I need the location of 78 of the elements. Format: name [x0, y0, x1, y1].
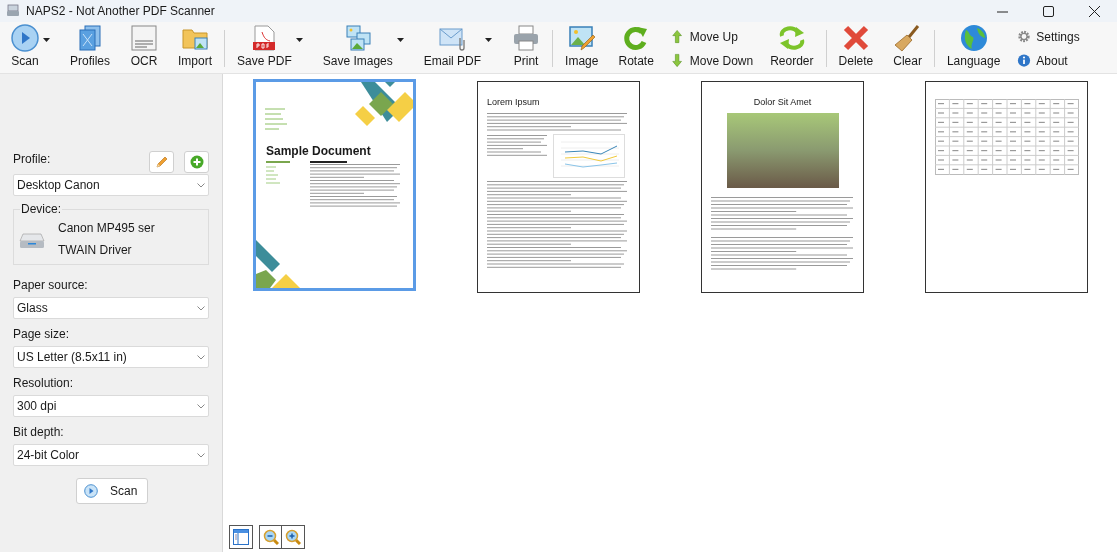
arrow-down-icon: [670, 53, 685, 68]
toolbar-button[interactable]: Clear: [890, 24, 925, 73]
documents-icon: [76, 24, 104, 52]
toolbar-button[interactable]: Import: [175, 24, 216, 73]
toolbar-button[interactable]: Settings: [1017, 27, 1080, 46]
chevron-down-icon: [197, 354, 205, 360]
sidebar-toggle-button[interactable]: [229, 525, 253, 549]
toolbar-button[interactable]: Move Up: [670, 27, 754, 46]
gear-icon: [1017, 29, 1032, 44]
pictures-icon: [343, 24, 372, 52]
edit-profile-button[interactable]: [149, 151, 174, 173]
field-label: Bit depth:: [13, 425, 64, 439]
document-title: Lorem Ipsum: [487, 96, 541, 108]
toolbar-button[interactable]: Save PDF: [234, 24, 306, 73]
document-title: Sample Document: [266, 144, 372, 158]
caret-down-icon: [485, 38, 493, 42]
profile-label: Profile:: [13, 151, 51, 168]
caret-down-icon: [295, 38, 303, 42]
swap-arrows-icon: [777, 24, 806, 52]
field-label: Paper source:: [13, 278, 88, 292]
pencil-icon: [154, 155, 169, 169]
toolbar-button[interactable]: Email PDF: [420, 24, 496, 73]
field-label: Resolution:: [13, 376, 74, 390]
toolbar-button[interactable]: Language: [943, 24, 1004, 73]
scanner-app-icon: [6, 4, 20, 18]
panel-icon: [233, 529, 249, 545]
toolbar-button[interactable]: Profiles: [67, 24, 113, 73]
scan-button[interactable]: Scan: [76, 478, 148, 504]
section-lines-drawing: [266, 161, 290, 185]
zoom-in-button[interactable]: [282, 525, 305, 549]
toolbar-button[interactable]: Move Down: [670, 51, 754, 70]
toolbar-button[interactable]: About: [1017, 51, 1080, 70]
toolbar-button[interactable]: Delete: [835, 24, 877, 73]
chevron-down-icon: [197, 182, 205, 188]
globe-icon: [959, 24, 988, 52]
add-profile-button[interactable]: [184, 151, 209, 173]
page-thumbnail[interactable]: Sample Document: [253, 79, 416, 291]
toolbar-button[interactable]: OCR: [127, 24, 161, 73]
toolbar-button[interactable]: Save Images: [319, 24, 407, 73]
caret-down-icon: [43, 38, 50, 42]
chevron-down-icon: [197, 305, 205, 311]
field-label: Page size:: [13, 327, 70, 341]
plus-icon: [189, 155, 204, 169]
line-chart-drawing: [553, 133, 625, 178]
page-thumbnail[interactable]: Dolor Sit Amet: [701, 81, 864, 293]
dropdown-field[interactable]: 24-bit Color: [13, 444, 209, 466]
device-label: Device:: [20, 202, 62, 216]
chevron-down-icon: [197, 452, 205, 458]
picture-pencil-icon: [567, 24, 596, 52]
toolbar-button[interactable]: Reorder: [767, 24, 817, 73]
chevron-down-icon: [197, 403, 205, 409]
device-name: Canon MP495 ser: [58, 220, 155, 237]
page-thumbnail[interactable]: Lorem Ipsum: [477, 81, 640, 293]
arrow-up-icon: [670, 29, 685, 44]
dropdown-field[interactable]: Glass: [13, 297, 209, 319]
play-circle-icon: [84, 484, 98, 498]
document-title: Dolor Sit Amet: [753, 96, 812, 108]
zoom-out-icon: [262, 529, 279, 545]
broom-icon: [893, 24, 922, 52]
zoom-out-button[interactable]: [259, 525, 282, 549]
caret-down-icon: [396, 38, 404, 42]
dropdown-field[interactable]: 300 dpi: [13, 395, 209, 417]
maximize-icon: [1042, 5, 1054, 17]
toolbar-button[interactable]: Image: [562, 24, 602, 73]
address-lines-drawing: [265, 108, 287, 132]
play-circle-icon: [11, 24, 39, 52]
dropdown-field[interactable]: Desktop Canon: [13, 174, 209, 196]
toolbar-button[interactable]: Rotate: [615, 24, 657, 73]
info-icon: [1017, 53, 1032, 68]
dropdown-field[interactable]: US Letter (8.5x11 in): [13, 346, 209, 368]
toolbar-button[interactable]: Print: [509, 24, 544, 73]
page-thumbnail[interactable]: [925, 81, 1088, 293]
window-title: NAPS2 - Not Another PDF Scanner: [26, 3, 215, 20]
toolbar-button[interactable]: Scan: [8, 24, 53, 73]
zoom-in-icon: [285, 529, 301, 545]
device-driver: TWAIN Driver: [58, 242, 133, 259]
close-icon: [1088, 5, 1100, 17]
cross-icon: [841, 24, 870, 52]
